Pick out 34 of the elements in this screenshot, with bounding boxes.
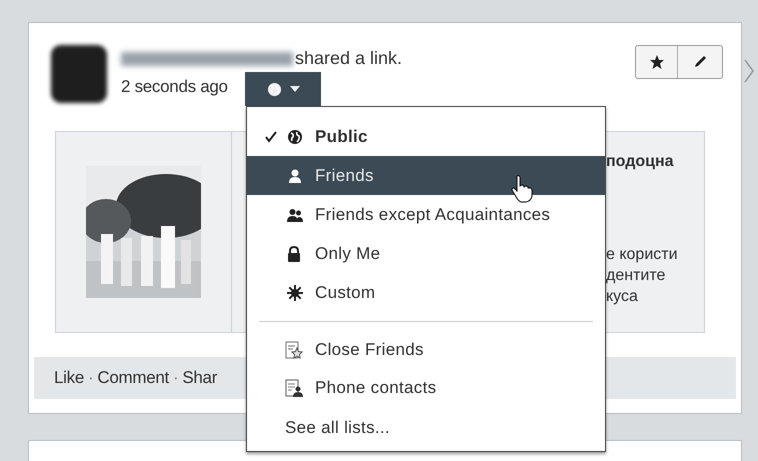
privacy-option[interactable]: Public	[247, 117, 605, 156]
post-timestamp: 2 seconds ago	[121, 76, 228, 98]
pointer-cursor-icon	[511, 175, 533, 203]
action-link[interactable]: Like	[54, 365, 84, 391]
people-icon	[287, 206, 303, 222]
link-title: подоцна	[606, 152, 675, 172]
lock-icon	[287, 246, 301, 262]
see-all-lists-link[interactable]: See all lists...	[247, 415, 605, 440]
friend-list-option[interactable]: Phone contacts	[247, 369, 605, 407]
avatar	[51, 45, 107, 103]
pencil-icon	[693, 55, 707, 69]
privacy-option[interactable]: Custom	[247, 273, 605, 312]
link-description-line: куса	[606, 287, 639, 307]
star-icon	[648, 54, 664, 70]
privacy-button[interactable]	[245, 72, 321, 106]
globe-icon	[266, 82, 282, 96]
action-link[interactable]: Comment	[97, 365, 169, 391]
separator-dot: ·	[88, 367, 94, 390]
globe-icon	[287, 128, 303, 144]
separator-dot: ·	[172, 367, 178, 390]
action-link[interactable]: Shar	[182, 365, 218, 391]
privacy-option[interactable]: Friends except Acquaintances	[247, 195, 605, 234]
link-description-line: дентите	[606, 266, 666, 286]
friend-list-option[interactable]: Close Friends	[247, 331, 605, 369]
chevron-right-icon	[744, 58, 754, 84]
post-action: shared a link.	[295, 47, 402, 70]
link-description-line: е користи	[606, 245, 678, 265]
gear-icon	[287, 284, 303, 300]
caret-icon	[290, 86, 300, 92]
privacy-option[interactable]: Only Me	[247, 234, 605, 273]
star-list-icon	[285, 341, 303, 359]
person-icon	[287, 168, 303, 184]
contact-list-icon	[285, 379, 303, 397]
privacy-option[interactable]: Friends	[247, 156, 605, 195]
